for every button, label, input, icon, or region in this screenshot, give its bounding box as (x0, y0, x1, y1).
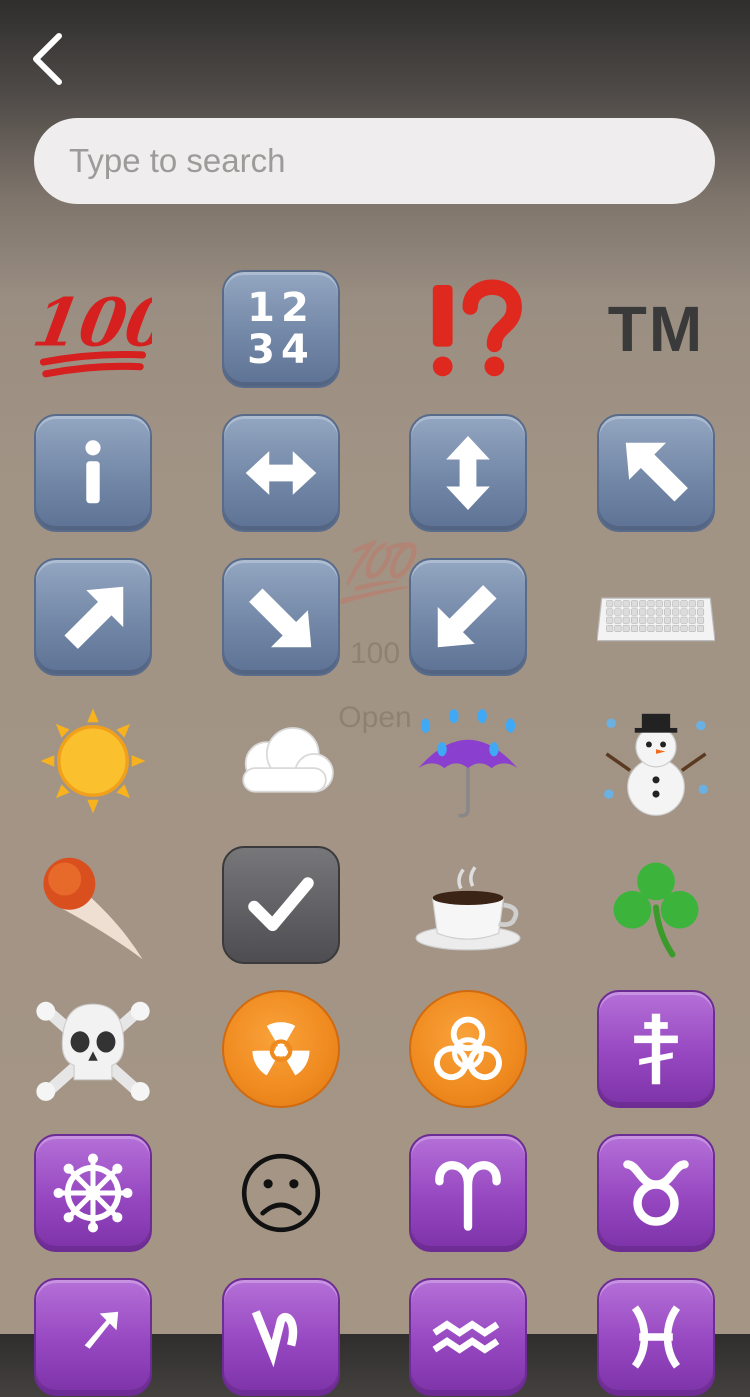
emoji-pisces[interactable] (596, 1277, 716, 1397)
emoji-exclamation-question-mark[interactable] (408, 269, 528, 389)
snowman-icon (604, 713, 708, 816)
emoji-trade-mark[interactable]: TM (596, 269, 716, 389)
hot-beverage-icon (415, 866, 521, 951)
wheel-of-dharma-icon (53, 1153, 133, 1233)
emoji-aries[interactable] (408, 1133, 528, 1253)
aries-icon (435, 1161, 501, 1231)
up-left-arrow-icon (625, 442, 688, 502)
emoji-sagittarius[interactable] (33, 1277, 153, 1397)
information-icon (85, 440, 101, 504)
aquarius-icon (432, 1320, 500, 1354)
emoji-sun[interactable] (33, 701, 153, 821)
emoji-down-right-arrow[interactable] (221, 557, 341, 677)
emoji-keyboard[interactable] (596, 557, 716, 677)
emoji-up-down-arrow[interactable] (408, 413, 528, 533)
emoji-biohazard[interactable] (408, 989, 528, 1109)
emoji-capricorn[interactable] (221, 1277, 341, 1397)
emoji-tile (597, 1278, 715, 1396)
emoji-tile (409, 1134, 527, 1252)
svg-text:100: 100 (34, 283, 152, 361)
emoji-tile (409, 414, 527, 532)
emoji-information[interactable] (33, 413, 153, 533)
shamrock-icon (613, 862, 699, 958)
emoji-input-numbers[interactable]: 12 34 (221, 269, 341, 389)
emoji-hot-beverage[interactable] (408, 845, 528, 965)
emoji-taurus[interactable] (596, 1133, 716, 1253)
emoji-radioactive[interactable] (221, 989, 341, 1109)
emoji-comet[interactable] (33, 845, 153, 965)
emoji-up-right-arrow[interactable] (33, 557, 153, 677)
emoji-tile (34, 414, 152, 532)
frowning-face-icon (241, 1153, 321, 1233)
emoji-shamrock[interactable] (596, 845, 716, 965)
skull-and-crossbones-icon (36, 1001, 150, 1101)
down-right-arrow-icon (249, 588, 312, 648)
emoji-tile (222, 1278, 340, 1396)
emoji-frowning-face[interactable] (221, 1133, 341, 1253)
emoji-tile (597, 414, 715, 532)
emoji-orthodox-cross[interactable] (596, 989, 716, 1109)
cloud-icon (242, 727, 334, 793)
emoji-disc (409, 990, 527, 1108)
emoji-left-right-arrow[interactable] (221, 413, 341, 533)
emoji-snowman[interactable] (596, 701, 716, 821)
keyboard-icon (597, 597, 715, 642)
emoji-check-mark-button[interactable] (221, 845, 341, 965)
emoji-tile (409, 1278, 527, 1396)
emoji-tile (222, 558, 340, 676)
emoji-tile (409, 558, 527, 676)
emoji-umbrella-with-rain-drops[interactable] (408, 701, 528, 821)
left-right-arrow-icon (245, 451, 317, 495)
emoji-tile (34, 558, 152, 676)
capricorn-icon (251, 1310, 298, 1368)
emoji-wheel-of-dharma[interactable] (33, 1133, 153, 1253)
sun-icon (40, 708, 146, 814)
umbrella-with-rain-drops-icon (418, 709, 518, 818)
radioactive-icon (252, 1022, 310, 1076)
down-left-arrow-icon (437, 585, 497, 648)
emoji-cloud[interactable] (221, 701, 341, 821)
exclamation-question-mark-icon (432, 279, 522, 377)
emoji-tile (34, 1278, 152, 1396)
emoji-tile (222, 846, 340, 964)
hundred-points-icon: 100 (34, 283, 152, 378)
check-mark-button-icon (248, 877, 314, 932)
up-right-arrow-icon (64, 586, 124, 649)
emoji-tile (597, 1134, 715, 1252)
up-down-arrow-icon (446, 436, 490, 510)
emoji-tile (34, 1134, 152, 1252)
sagittarius-icon (84, 1311, 119, 1349)
emoji-tile (222, 414, 340, 532)
pisces-icon (631, 1305, 681, 1369)
emoji-hundred-points[interactable]: 100 (33, 269, 153, 389)
emoji-grid: 100 12 34 TM (0, 0, 750, 1396)
emoji-down-left-arrow[interactable] (408, 557, 528, 677)
biohazard-icon (434, 1016, 502, 1081)
emoji-skull-and-crossbones[interactable] (33, 989, 153, 1109)
emoji-aquarius[interactable] (408, 1277, 528, 1397)
emoji-glyph: 12 34 (247, 285, 315, 373)
comet-icon (43, 857, 143, 960)
emoji-disc (222, 990, 340, 1108)
taurus-icon (623, 1160, 689, 1226)
emoji-tile (597, 990, 715, 1108)
emoji-tile: 12 34 (222, 270, 340, 388)
emoji-up-left-arrow[interactable] (596, 413, 716, 533)
orthodox-cross-icon (634, 1013, 678, 1085)
emoji-glyph: TM (607, 293, 705, 365)
